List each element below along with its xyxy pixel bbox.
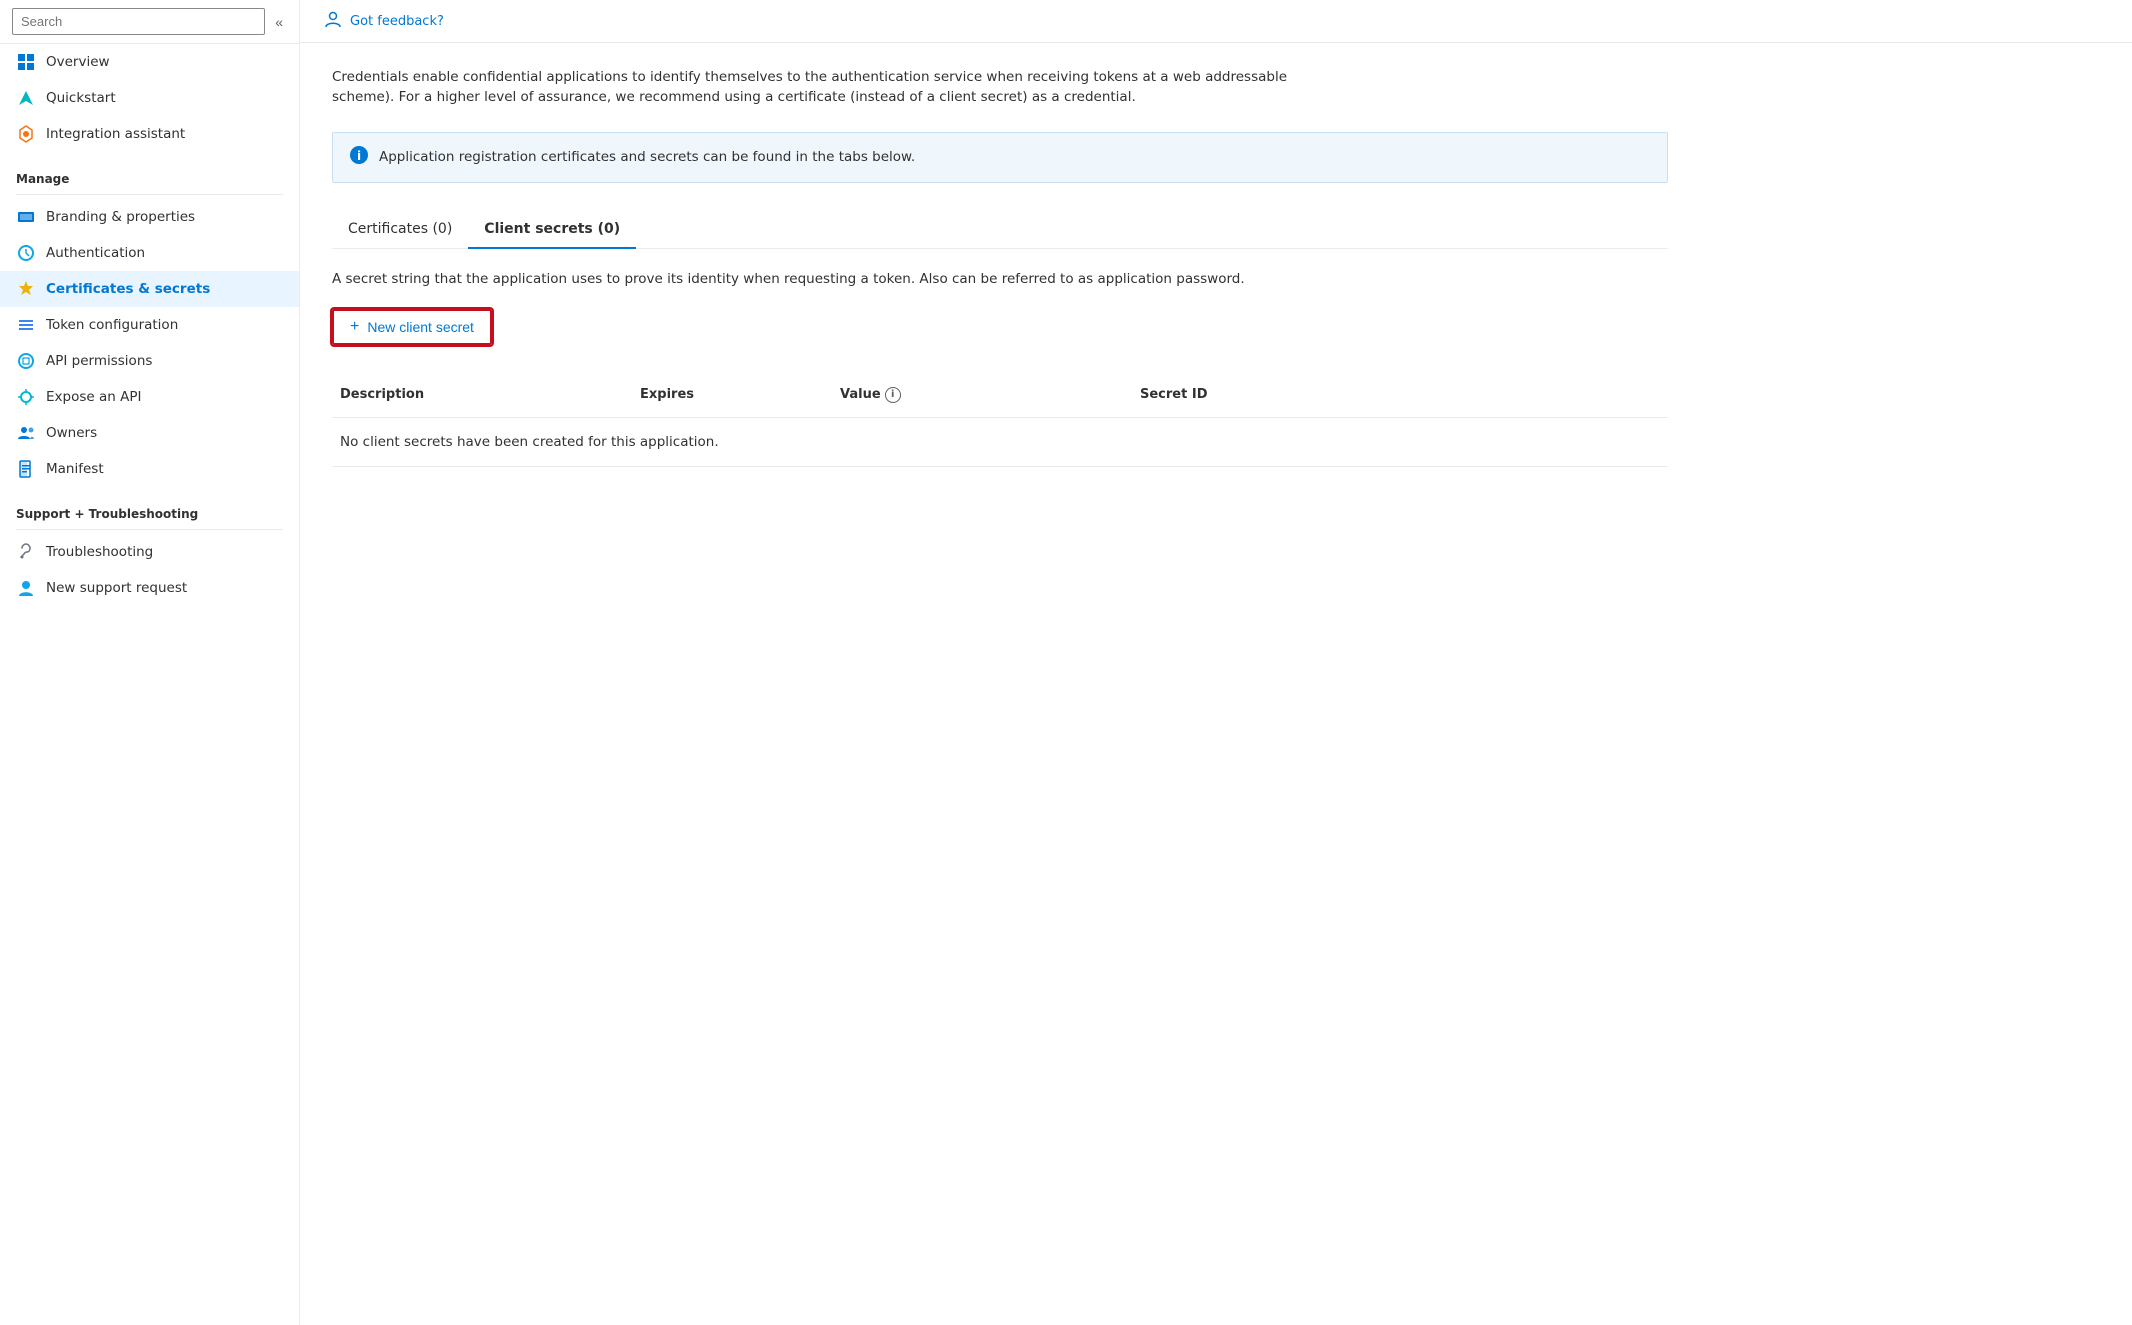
sidebar-item-manifest[interactable]: Manifest [0, 451, 299, 487]
tabs-row: Certificates (0) Client secrets (0) [332, 211, 1668, 249]
sidebar-item-label: Branding & properties [46, 209, 195, 225]
sidebar-item-api-permissions[interactable]: API permissions [0, 343, 299, 379]
sidebar-item-token[interactable]: Token configuration [0, 307, 299, 343]
manage-divider [16, 194, 283, 195]
manifest-icon [16, 459, 36, 479]
info-banner: i Application registration certificates … [332, 132, 1668, 183]
sidebar-item-label: Integration assistant [46, 126, 185, 142]
sidebar-item-label: Overview [46, 54, 110, 70]
value-info-icon[interactable]: i [885, 387, 901, 403]
main-body: Credentials enable confidential applicat… [300, 43, 1700, 491]
sidebar-item-label: Manifest [46, 461, 104, 477]
table-header: Description Expires Value i Secret ID [332, 373, 1668, 418]
sidebar-item-expose-api[interactable]: Expose an API [0, 379, 299, 415]
authentication-icon [16, 243, 36, 263]
support-request-icon [16, 578, 36, 598]
owners-icon [16, 423, 36, 443]
top-nav: Overview Quickstart Integration assistan… [0, 44, 299, 152]
feedback-text[interactable]: Got feedback? [350, 14, 444, 29]
sidebar-item-integration[interactable]: Integration assistant [0, 116, 299, 152]
col-value: Value i [832, 381, 1132, 409]
sidebar-item-certificates[interactable]: Certificates & secrets [0, 271, 299, 307]
sidebar-item-label: Quickstart [46, 90, 116, 106]
api-icon [16, 351, 36, 371]
chevron-left-icon: « [275, 14, 283, 30]
support-divider [16, 529, 283, 530]
col-secret-id: Secret ID [1132, 381, 1668, 409]
sidebar-item-label: Token configuration [46, 317, 178, 333]
troubleshooting-icon [16, 542, 36, 562]
search-row: « [0, 0, 299, 44]
expose-icon [16, 387, 36, 407]
new-client-secret-button[interactable]: + New client secret [332, 309, 492, 345]
new-secret-label: New client secret [367, 319, 474, 335]
support-section-header: Support + Troubleshooting [0, 491, 299, 525]
table-empty-message: No client secrets have been created for … [332, 418, 1668, 467]
page-description: Credentials enable confidential applicat… [332, 67, 1332, 108]
sidebar-item-authentication[interactable]: Authentication [0, 235, 299, 271]
sidebar-item-label: API permissions [46, 353, 152, 369]
main-content-area: Got feedback? Credentials enable confide… [300, 0, 2132, 1325]
sidebar-item-label: Owners [46, 425, 97, 441]
manage-section-header: Manage [0, 156, 299, 190]
certificates-icon [16, 279, 36, 299]
tab-client-secrets[interactable]: Client secrets (0) [468, 211, 636, 249]
sidebar-item-overview[interactable]: Overview [0, 44, 299, 80]
topbar: Got feedback? [300, 0, 2132, 43]
info-banner-text: Application registration certificates an… [379, 149, 915, 165]
sidebar-item-label: Troubleshooting [46, 544, 153, 560]
overview-icon [16, 52, 36, 72]
sidebar: « Overview Quickstart Integration assist… [0, 0, 300, 1325]
sidebar-item-label: Certificates & secrets [46, 281, 210, 297]
plus-icon: + [350, 318, 359, 336]
sidebar-item-owners[interactable]: Owners [0, 415, 299, 451]
search-input[interactable] [12, 8, 265, 35]
branding-icon [16, 207, 36, 227]
support-nav: Troubleshooting New support request [0, 534, 299, 606]
sidebar-item-label: Expose an API [46, 389, 141, 405]
tab-certificates[interactable]: Certificates (0) [332, 211, 468, 249]
collapse-button[interactable]: « [271, 10, 287, 34]
secrets-table: Description Expires Value i Secret ID No… [332, 373, 1668, 467]
svg-text:i: i [357, 149, 361, 163]
feedback-icon [324, 10, 342, 32]
manage-nav: Branding & properties Authentication Cer… [0, 199, 299, 487]
sidebar-item-label: Authentication [46, 245, 145, 261]
sidebar-item-troubleshooting[interactable]: Troubleshooting [0, 534, 299, 570]
sidebar-item-branding[interactable]: Branding & properties [0, 199, 299, 235]
quickstart-icon [16, 88, 36, 108]
col-expires: Expires [632, 381, 832, 409]
info-banner-icon: i [349, 145, 369, 170]
section-description: A secret string that the application use… [332, 269, 1668, 289]
integration-icon [16, 124, 36, 144]
sidebar-item-support-request[interactable]: New support request [0, 570, 299, 606]
col-description: Description [332, 381, 632, 409]
sidebar-item-quickstart[interactable]: Quickstart [0, 80, 299, 116]
sidebar-item-label: New support request [46, 580, 187, 596]
token-icon [16, 315, 36, 335]
